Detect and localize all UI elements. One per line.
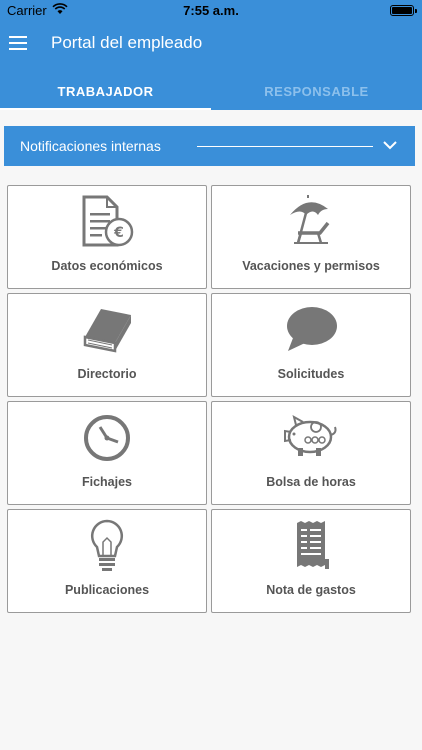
card-label: Solicitudes — [277, 367, 345, 381]
tab-bar: TRABAJADOR RESPONSABLE — [0, 78, 422, 110]
page-title: Portal del empleado — [51, 33, 203, 52]
notifications-label: Notificaciones internas — [20, 138, 161, 154]
chevron-down-icon — [382, 138, 398, 150]
beach-umbrella-icon — [212, 192, 410, 252]
card-label: Bolsa de horas — [266, 475, 356, 489]
status-bar: Carrier 7:55 a.m. — [0, 0, 422, 20]
tab-trabajador[interactable]: TRABAJADOR — [0, 78, 211, 110]
card-publicaciones[interactable]: Publicaciones — [7, 509, 207, 613]
tab-responsable[interactable]: RESPONSABLE — [211, 78, 422, 110]
card-label: Publicaciones — [64, 583, 150, 597]
card-vacaciones-permisos[interactable]: Vacaciones y permisos — [211, 185, 411, 289]
card-bolsa-horas[interactable]: Bolsa de horas — [211, 401, 411, 505]
card-nota-gastos[interactable]: Nota de gastos — [211, 509, 411, 613]
lightbulb-icon — [8, 516, 206, 576]
card-label: Datos económicos — [51, 259, 163, 273]
card-fichajes[interactable]: Fichajes — [7, 401, 207, 505]
notifications-dropdown[interactable]: Notificaciones internas — [4, 126, 415, 166]
speech-bubble-icon — [212, 300, 410, 360]
card-datos-economicos[interactable]: € Datos económicos — [7, 185, 207, 289]
clock-icon — [8, 408, 206, 468]
menu-icon[interactable] — [9, 36, 27, 50]
book-icon — [8, 300, 206, 360]
card-solicitudes[interactable]: Solicitudes — [211, 293, 411, 397]
card-label: Directorio — [77, 367, 137, 381]
receipt-icon — [212, 516, 410, 576]
piggy-bank-icon — [212, 408, 410, 468]
battery-icon — [390, 5, 417, 16]
svg-text:€: € — [113, 225, 124, 241]
card-label: Vacaciones y permisos — [242, 259, 380, 273]
app-header: Portal del empleado TRABAJADOR RESPONSAB… — [0, 20, 422, 110]
notifications-divider — [197, 146, 373, 147]
card-directorio[interactable]: Directorio — [7, 293, 207, 397]
document-euro-icon: € — [8, 192, 206, 252]
card-label: Fichajes — [81, 475, 133, 489]
card-label: Nota de gastos — [266, 583, 356, 597]
clock-time: 7:55 a.m. — [183, 3, 239, 18]
